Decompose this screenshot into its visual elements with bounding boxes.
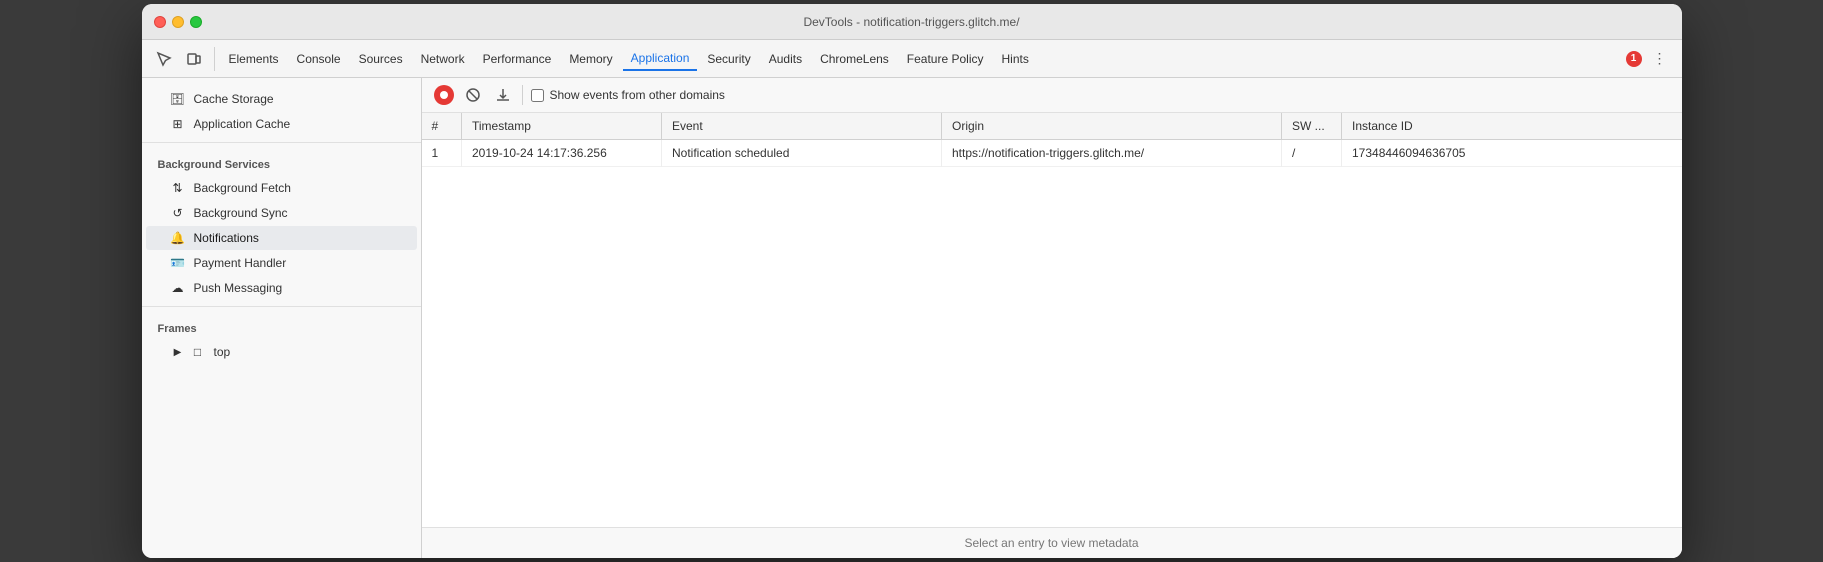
window-title: DevTools - notification-triggers.glitch.… [803,15,1019,29]
maximize-button[interactable] [190,16,202,28]
sidebar-item-label: Notifications [194,231,259,245]
separator [522,85,523,105]
cell-timestamp: 2019-10-24 14:17:36.256 [462,140,662,167]
toolbar-right: 1 ⋮ [1626,45,1674,73]
col-header-timestamp: Timestamp [462,113,662,140]
main-content: 🗄 Cache Storage ⊞ Application Cache Back… [142,78,1682,558]
sidebar-item-background-sync[interactable]: ↺ Background Sync [146,201,417,225]
record-button[interactable] [434,85,454,105]
col-header-event: Event [662,113,942,140]
cell-instance-id: 17348446094636705 [1342,140,1682,167]
tab-bar: Elements Console Sources Network Perform… [142,40,1682,78]
tab-performance[interactable]: Performance [475,48,560,70]
tab-network[interactable]: Network [413,48,473,70]
tab-console[interactable]: Console [289,48,349,70]
titlebar: DevTools - notification-triggers.glitch.… [142,4,1682,40]
inspect-element-button[interactable] [150,45,178,73]
sidebar-item-label: Payment Handler [194,256,287,270]
sync-icon: ↺ [170,206,186,220]
tab-security[interactable]: Security [699,48,758,70]
sidebar-item-label: Background Fetch [194,181,291,195]
more-menu-button[interactable]: ⋮ [1646,45,1674,73]
sidebar-item-payment-handler[interactable]: 🪪 Payment Handler [146,251,417,275]
storage-section: 🗄 Cache Storage ⊞ Application Cache [142,78,421,136]
separator [214,47,215,71]
col-header-num: # [422,113,462,140]
device-toolbar-button[interactable] [180,45,208,73]
section-header-background-services: Background Services [142,149,421,175]
cell-origin: https://notification-triggers.glitch.me/ [942,140,1282,167]
devtools-window: DevTools - notification-triggers.glitch.… [142,4,1682,558]
metadata-hint-bar: Select an entry to view metadata [422,527,1682,558]
card-icon: 🪪 [170,256,186,270]
separator [142,142,421,143]
checkbox-text: Show events from other domains [550,88,725,102]
traffic-lights [154,16,202,28]
download-icon [495,87,511,103]
content-area: Show events from other domains # Timesta… [422,78,1682,558]
background-services-section: Background Services ⇅ Background Fetch ↺… [142,149,421,300]
sidebar-item-cache-storage[interactable]: 🗄 Cache Storage [146,87,417,111]
tab-elements[interactable]: Elements [221,48,287,70]
sidebar-item-application-cache[interactable]: ⊞ Application Cache [146,112,417,136]
section-header-frames: Frames [142,313,421,339]
clear-button[interactable] [462,84,484,106]
cell-num: 1 [422,140,462,167]
error-count[interactable]: 1 [1626,51,1642,67]
tab-audits[interactable]: Audits [761,48,810,70]
sidebar-item-notifications[interactable]: 🔔 Notifications [146,226,417,250]
minimize-button[interactable] [172,16,184,28]
record-dot [440,91,448,99]
database-icon: 🗄 [170,92,186,106]
sidebar-item-label: Application Cache [194,117,291,131]
tab-feature-policy[interactable]: Feature Policy [899,48,992,70]
sidebar-item-label: Background Sync [194,206,288,220]
tab-memory[interactable]: Memory [561,48,620,70]
notifications-table-container[interactable]: # Timestamp Event Origin SW ... Instance… [422,113,1682,527]
col-header-sw: SW ... [1282,113,1342,140]
sidebar-item-label: Cache Storage [194,92,274,106]
close-button[interactable] [154,16,166,28]
tab-application[interactable]: Application [623,47,698,71]
notifications-table: # Timestamp Event Origin SW ... Instance… [422,113,1682,167]
sidebar: 🗄 Cache Storage ⊞ Application Cache Back… [142,78,422,558]
show-events-checkbox[interactable] [531,89,544,102]
content-toolbar: Show events from other domains [422,78,1682,113]
table-row[interactable]: 1 2019-10-24 14:17:36.256 Notification s… [422,140,1682,167]
sidebar-item-background-fetch[interactable]: ⇅ Background Fetch [146,176,417,200]
error-badge: 1 [1626,51,1642,67]
tab-chromelens[interactable]: ChromeLens [812,48,897,70]
cloud-icon: ☁ [170,281,186,295]
ban-icon [465,87,481,103]
grid-icon: ⊞ [170,117,186,131]
col-header-origin: Origin [942,113,1282,140]
sidebar-item-push-messaging[interactable]: ☁ Push Messaging [146,276,417,300]
cell-sw: / [1282,140,1342,167]
show-events-checkbox-label[interactable]: Show events from other domains [531,88,725,102]
sidebar-item-label: Push Messaging [194,281,283,295]
metadata-hint-text: Select an entry to view metadata [964,536,1138,550]
download-button[interactable] [492,84,514,106]
bell-icon: 🔔 [170,231,186,245]
tab-sources[interactable]: Sources [351,48,411,70]
tab-hints[interactable]: Hints [994,48,1037,70]
sidebar-item-top-frame[interactable]: ▶ □ top [146,340,417,364]
folder-icon: □ [190,345,206,359]
triangle-icon: ▶ [170,347,186,358]
cell-event: Notification scheduled [662,140,942,167]
col-header-instance-id: Instance ID [1342,113,1682,140]
frames-section: Frames ▶ □ top [142,313,421,364]
arrows-icon: ⇅ [170,181,186,195]
table-header-row: # Timestamp Event Origin SW ... Instance… [422,113,1682,140]
sidebar-item-label: top [214,345,231,359]
separator [142,306,421,307]
